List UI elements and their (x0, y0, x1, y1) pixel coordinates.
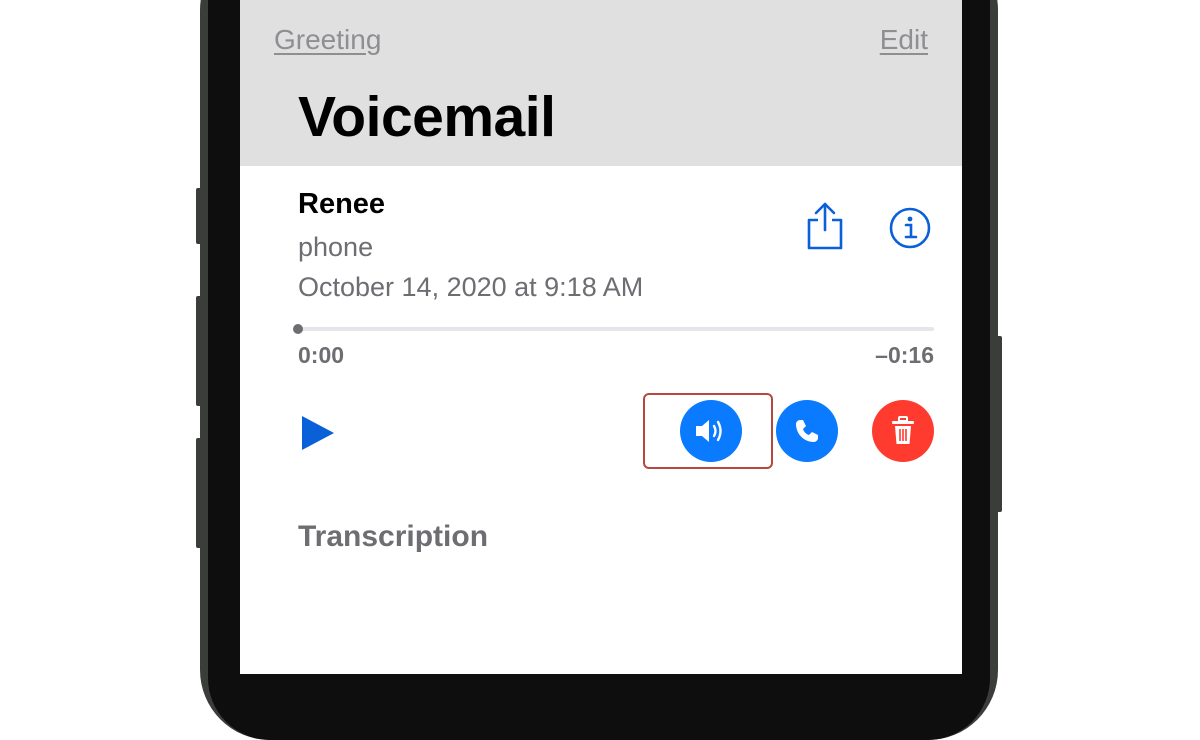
call-back-button[interactable] (776, 400, 838, 462)
page-title: Voicemail (298, 85, 556, 149)
header: Greeting Edit Voicemail (240, 0, 962, 166)
phone-screen: Greeting Edit Voicemail Renee phone Octo… (240, 0, 962, 674)
play-button[interactable] (300, 414, 336, 452)
voicemail-date: October 14, 2020 at 9:18 AM (298, 272, 644, 302)
info-button[interactable] (888, 206, 932, 250)
trash-icon (892, 416, 914, 444)
mute-switch (196, 188, 204, 244)
info-icon (889, 207, 931, 249)
progress-slider[interactable] (298, 327, 934, 331)
speaker-button[interactable] (680, 400, 742, 462)
delete-button[interactable] (872, 400, 934, 462)
time-elapsed: 0:00 (298, 342, 345, 368)
contact-name: Renee (298, 188, 386, 220)
edit-button[interactable]: Edit (880, 24, 928, 56)
play-icon (302, 416, 334, 450)
side-button (994, 336, 1002, 512)
share-button[interactable] (802, 200, 848, 252)
volume-up-button (196, 296, 204, 406)
transcription-heading: Transcription (298, 520, 489, 553)
phone-icon (796, 420, 818, 442)
speaker-icon (696, 420, 722, 442)
greeting-button[interactable]: Greeting (274, 24, 381, 56)
contact-label: phone (298, 232, 374, 262)
progress-knob[interactable] (293, 324, 303, 334)
time-remaining: –0:16 (875, 342, 934, 368)
volume-down-button (196, 438, 204, 548)
share-icon (807, 202, 843, 250)
